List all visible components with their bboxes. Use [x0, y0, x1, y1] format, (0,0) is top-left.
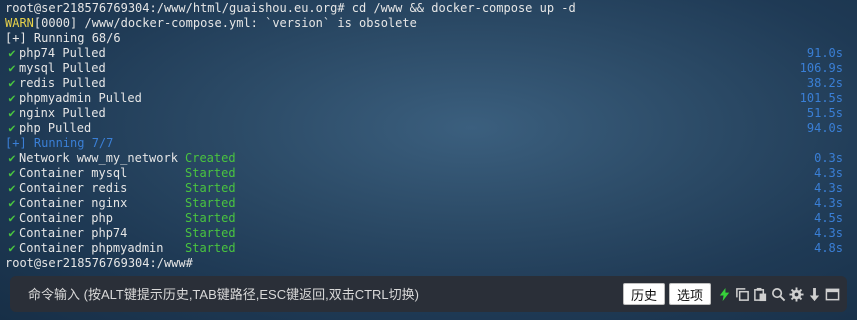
pull-row: ✔ mysql Pulled 106.9s [5, 61, 843, 76]
command-bar: 历史 选项 [10, 276, 847, 312]
pull-row: ✔ phpmyadmin Pulled 101.5s [5, 91, 843, 106]
duration: 4.3s [814, 196, 843, 210]
pull-name: mysql Pulled [19, 61, 106, 75]
pull-name: php Pulled [19, 121, 92, 135]
container-row: ✔ Container mysql Started 4.3s [5, 166, 843, 181]
toolbar-icons [715, 286, 841, 303]
duration: 91.0s [806, 46, 843, 60]
warning-line: WARN[0000] /www/docker-compose.yml: `ver… [5, 16, 843, 31]
checkmark-icon: ✔ [8, 241, 16, 255]
paste-icon[interactable] [752, 286, 769, 303]
container-status: Started [185, 196, 236, 210]
duration: 4.8s [814, 241, 843, 255]
search-icon[interactable] [770, 286, 787, 303]
container-status: Started [185, 211, 236, 225]
checkmark-icon: ✔ [8, 91, 16, 105]
container-row: ✔ Container php74 Started 4.3s [5, 226, 843, 241]
checkmark-icon: ✔ [8, 166, 16, 180]
container-name: Container phpmyadmin [19, 241, 164, 255]
pull-name: redis Pulled [19, 76, 106, 90]
container-name: Container php74 [19, 226, 128, 240]
warn-label: WARN [5, 16, 34, 30]
checkmark-icon: ✔ [8, 61, 16, 75]
checkmark-icon: ✔ [8, 106, 16, 120]
duration: 51.5s [806, 106, 843, 120]
checkmark-icon: ✔ [8, 76, 16, 90]
duration: 4.3s [814, 166, 843, 180]
duration: 4.3s [814, 226, 843, 240]
checkmark-icon: ✔ [8, 226, 16, 240]
pull-name: nginx Pulled [19, 106, 106, 120]
command-input[interactable] [10, 276, 623, 312]
checkmark-icon: ✔ [8, 211, 16, 225]
pull-row: ✔ redis Pulled 38.2s [5, 76, 843, 91]
container-status: Started [185, 166, 236, 180]
container-name: Container mysql [19, 166, 128, 180]
container-status: Started [185, 241, 236, 255]
checkmark-icon: ✔ [8, 181, 16, 195]
container-row: ✔ Container php Started 4.5s [5, 211, 843, 226]
terminal-output: root@ser218576769304:/www/html/guaishou.… [5, 1, 843, 271]
duration: 38.2s [806, 76, 843, 90]
container-status: Created [185, 151, 236, 165]
warning-text: [0000] /www/docker-compose.yml: `version… [33, 16, 417, 30]
duration: 4.5s [814, 211, 843, 225]
container-name: Container nginx [19, 196, 128, 210]
container-status: Started [185, 181, 236, 195]
arrow-down-icon[interactable] [806, 286, 823, 303]
gear-icon[interactable] [788, 286, 805, 303]
duration: 4.3s [814, 181, 843, 195]
container-name: Network www_my_network [19, 151, 178, 165]
container-row: ✔ Container redis Started 4.3s [5, 181, 843, 196]
history-button[interactable]: 历史 [622, 283, 665, 305]
running-header-2: [+] Running 7/7 [5, 136, 114, 150]
duration: 101.5s [799, 91, 843, 105]
container-row: ✔ Network www_my_network Created 0.3s [5, 151, 843, 166]
command-line: root@ser218576769304:/www/html/guaishou.… [5, 1, 576, 15]
duration: 106.9s [799, 61, 843, 75]
pull-row: ✔ php74 Pulled 91.0s [5, 46, 843, 61]
maximize-icon[interactable] [824, 286, 841, 303]
container-status: Started [185, 226, 236, 240]
duration: 94.0s [806, 121, 843, 135]
container-name: Container php [19, 211, 113, 225]
checkmark-icon: ✔ [8, 151, 16, 165]
container-row: ✔ Container phpmyadmin Started 4.8s [5, 241, 843, 256]
options-button[interactable]: 选项 [668, 283, 711, 305]
pull-name: phpmyadmin Pulled [19, 91, 142, 105]
running-header: [+] Running 68/6 [5, 31, 121, 45]
checkmark-icon: ✔ [8, 46, 16, 60]
shell-prompt[interactable]: root@ser218576769304:/www# [5, 256, 843, 271]
container-name: Container redis [19, 181, 128, 195]
container-row: ✔ Container nginx Started 4.3s [5, 196, 843, 211]
copy-icon[interactable] [734, 286, 751, 303]
pull-name: php74 Pulled [19, 46, 106, 60]
pull-row: ✔ nginx Pulled 51.5s [5, 106, 843, 121]
checkmark-icon: ✔ [8, 196, 16, 210]
pull-row: ✔ php Pulled 94.0s [5, 121, 843, 136]
lightning-icon[interactable] [716, 286, 733, 303]
checkmark-icon: ✔ [8, 121, 16, 135]
duration: 0.3s [814, 151, 843, 165]
